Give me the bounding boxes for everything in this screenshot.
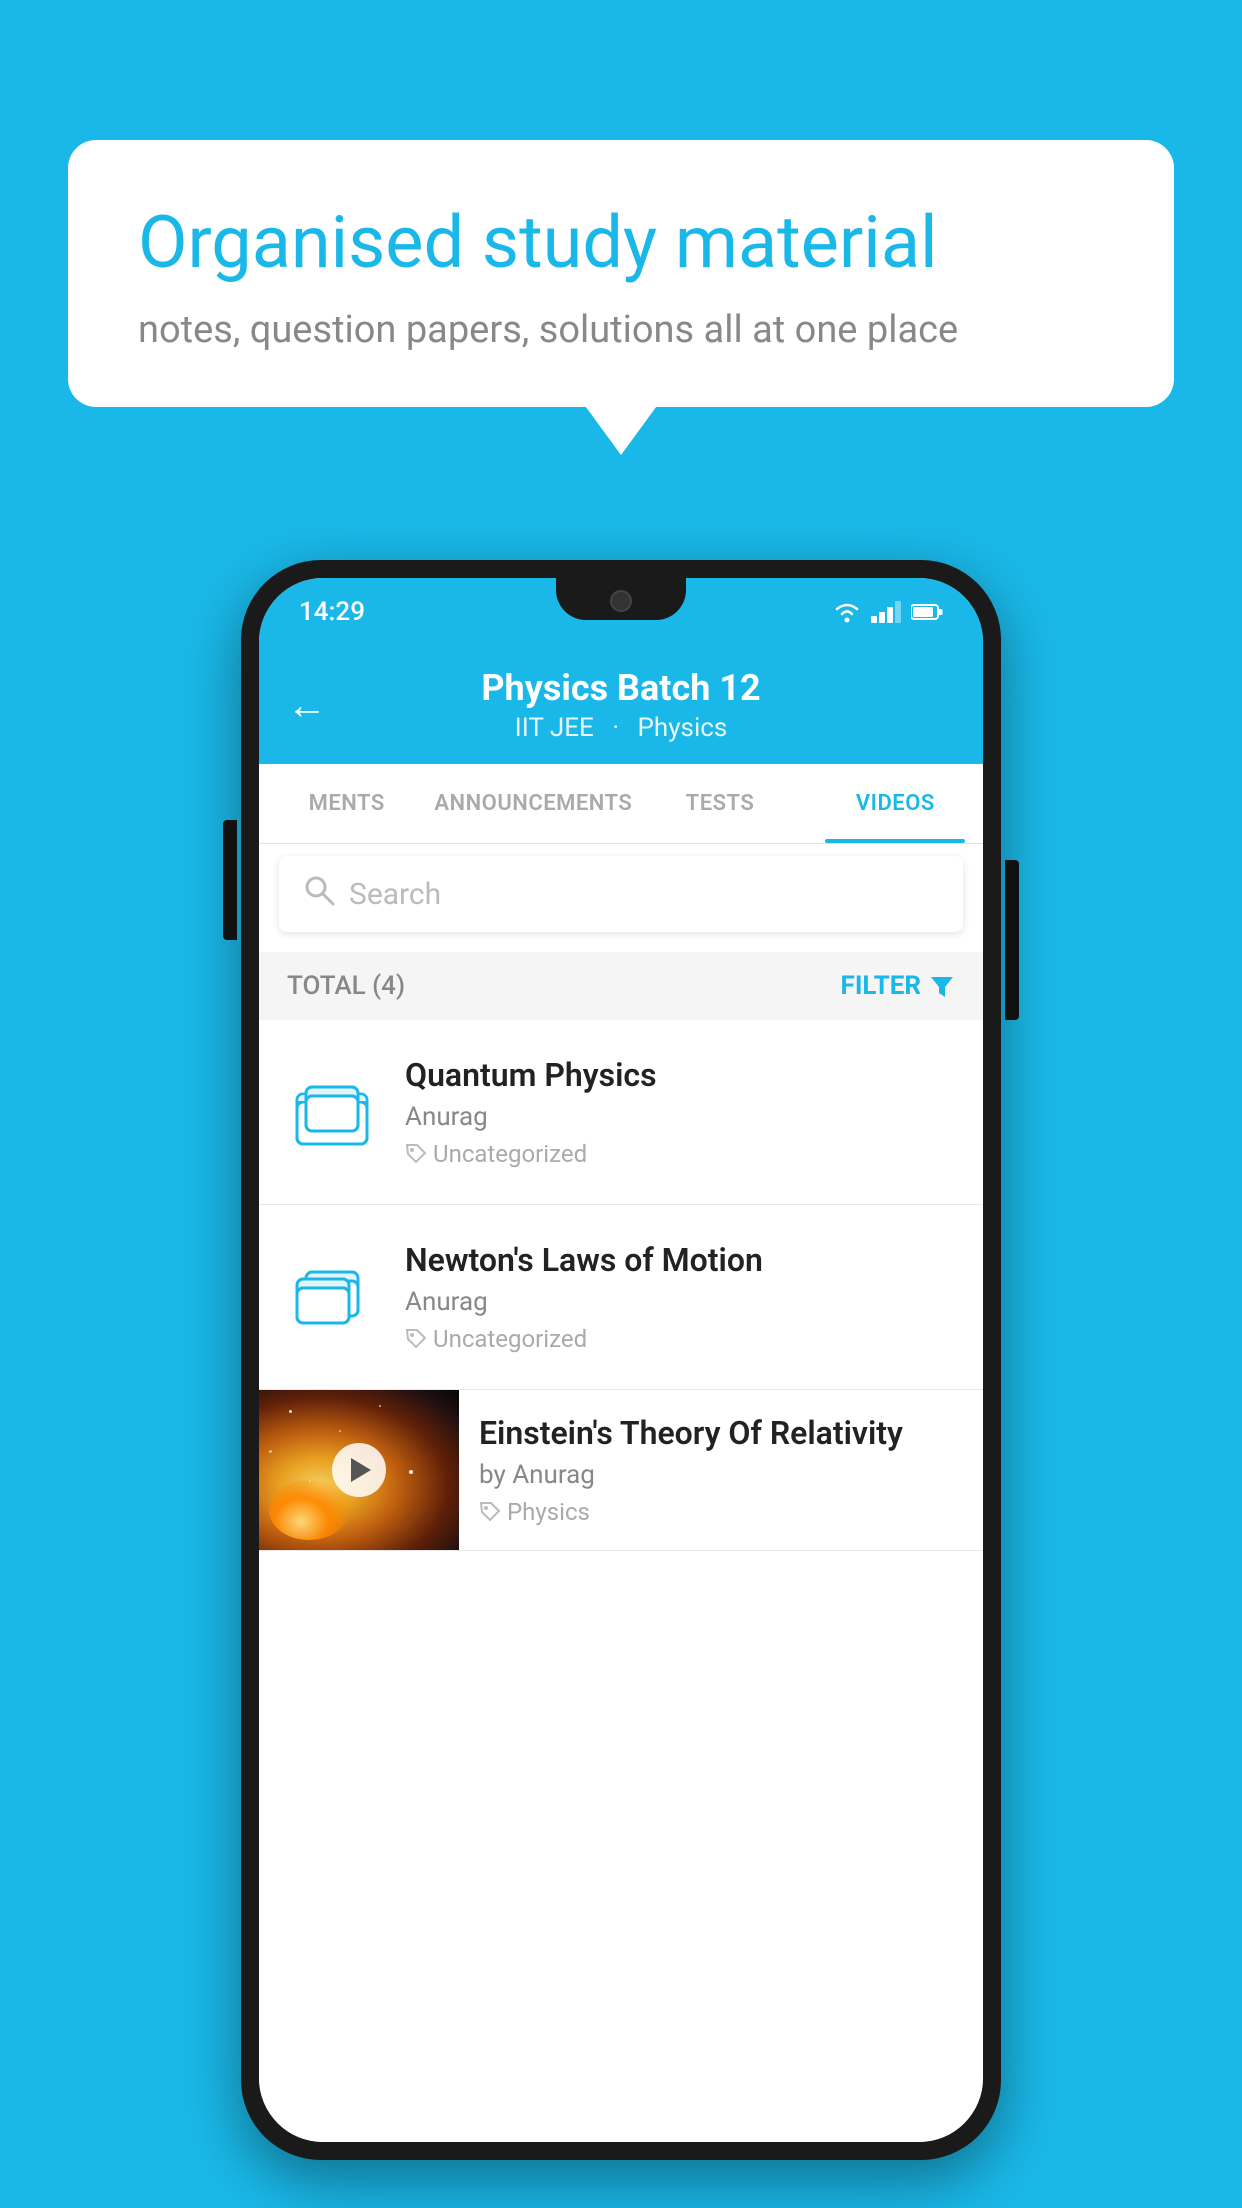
tag-icon: [405, 1143, 427, 1165]
total-count: TOTAL (4): [287, 971, 405, 1001]
list-item[interactable]: Quantum Physics Anurag Uncategorized: [259, 1020, 983, 1205]
header-subtitle: IIT JEE · Physics: [481, 713, 760, 743]
tab-videos[interactable]: VIDEOS: [808, 764, 983, 843]
speech-bubble-container: Organised study material notes, question…: [68, 140, 1174, 407]
item-tag: Physics: [479, 1498, 963, 1526]
folder-icon: [292, 1257, 372, 1337]
phone-screen: 14:29: [259, 578, 983, 2142]
item-title: Einstein's Theory Of Relativity: [479, 1414, 963, 1452]
speech-bubble: Organised study material notes, question…: [68, 140, 1174, 407]
subtitle-physics: Physics: [638, 713, 728, 743]
item-author: Anurag: [405, 1287, 955, 1317]
search-bar[interactable]: Search: [279, 856, 963, 932]
phone-notch: [556, 578, 686, 620]
filter-button[interactable]: FILTER: [841, 971, 955, 1001]
item-info: Newton's Laws of Motion Anurag Uncategor…: [405, 1241, 955, 1353]
subtitle-iitjee: IIT JEE: [515, 713, 594, 743]
tag-label: Physics: [507, 1498, 590, 1526]
thumb-info: Einstein's Theory Of Relativity by Anura…: [459, 1390, 983, 1550]
phone-outer: 14:29: [241, 560, 1001, 2160]
item-author: by Anurag: [479, 1460, 963, 1490]
status-time: 14:29: [299, 597, 365, 627]
tag-label: Uncategorized: [433, 1140, 587, 1168]
play-triangle: [351, 1458, 371, 1482]
wifi-icon: [833, 601, 861, 623]
app-header: ← Physics Batch 12 IIT JEE · Physics: [259, 646, 983, 764]
subtitle-dot: ·: [612, 713, 619, 743]
status-icons: [833, 601, 943, 623]
battery-icon: [911, 603, 943, 621]
tab-tests[interactable]: TESTS: [632, 764, 807, 843]
tag-icon: [405, 1328, 427, 1350]
header-title: Physics Batch 12: [481, 667, 760, 709]
bubble-title: Organised study material: [138, 200, 1104, 286]
camera-icon: [610, 590, 632, 612]
tab-ments[interactable]: MENTS: [259, 764, 434, 843]
phone-frame: 14:29: [241, 560, 1001, 2160]
content-list: Quantum Physics Anurag Uncategorized: [259, 1020, 983, 2142]
filter-bar: TOTAL (4) FILTER: [259, 952, 983, 1020]
signal-icon: [871, 601, 901, 623]
tag-icon: [479, 1501, 501, 1523]
tag-label: Uncategorized: [433, 1325, 587, 1353]
folder-icon: [292, 1072, 372, 1152]
item-author: Anurag: [405, 1102, 955, 1132]
header-title-block: Physics Batch 12 IIT JEE · Physics: [481, 667, 760, 743]
item-icon: [287, 1252, 377, 1342]
filter-icon: [929, 973, 955, 999]
list-item[interactable]: Newton's Laws of Motion Anurag Uncategor…: [259, 1205, 983, 1390]
back-button[interactable]: ←: [287, 682, 327, 729]
filter-label: FILTER: [841, 971, 921, 1001]
item-title: Newton's Laws of Motion: [405, 1241, 955, 1279]
item-tag: Uncategorized: [405, 1140, 955, 1168]
search-placeholder: Search: [349, 877, 441, 912]
item-title: Quantum Physics: [405, 1056, 955, 1094]
bubble-subtitle: notes, question papers, solutions all at…: [138, 308, 1104, 352]
item-info: Quantum Physics Anurag Uncategorized: [405, 1056, 955, 1168]
play-button[interactable]: [332, 1443, 386, 1497]
tabs-bar: MENTS ANNOUNCEMENTS TESTS VIDEOS: [259, 764, 983, 844]
list-item-thumb[interactable]: Einstein's Theory Of Relativity by Anura…: [259, 1390, 983, 1551]
video-thumbnail: [259, 1390, 459, 1550]
item-tag: Uncategorized: [405, 1325, 955, 1353]
tab-announcements[interactable]: ANNOUNCEMENTS: [434, 764, 632, 843]
search-icon: [303, 874, 335, 915]
item-icon: [287, 1067, 377, 1157]
